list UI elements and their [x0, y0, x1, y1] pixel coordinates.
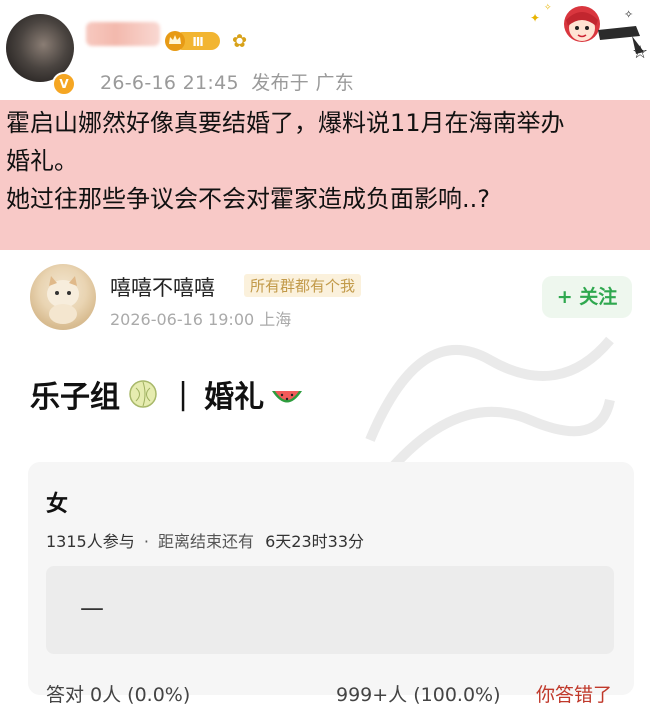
poll-option-label: —	[80, 594, 104, 622]
svg-text:✧: ✧	[624, 8, 633, 21]
poll-title-right: 婚礼	[204, 380, 265, 415]
anime-sticker: ✦ ✧ ✧ ☆	[524, 0, 650, 64]
sunflower-icon: ✿	[232, 31, 248, 52]
embedded-meta: 2026-06-16 19:00 上海	[110, 310, 292, 329]
poll-remaining: 6天23时33分	[265, 532, 365, 551]
watermark	[360, 300, 620, 480]
post-line-2: 婚礼。	[6, 147, 78, 175]
svg-text:✧: ✧	[544, 3, 552, 13]
embedded-author-avatar[interactable]	[30, 264, 96, 330]
poll-participants: 1315人参与	[46, 532, 135, 551]
result-wrong: 999+人 (100.0%)	[336, 684, 501, 706]
follow-button[interactable]: + 关注	[542, 276, 632, 318]
post-location: 发布于 广东	[251, 72, 355, 94]
poll-title-left: 乐子组	[30, 380, 120, 415]
post-body: 霍启山娜然好像真要结婚了，爆料说11月在海南举办 婚礼。 她过往那些争议会不会对…	[6, 104, 646, 218]
post-timestamp: 26-6-16 21:45	[100, 72, 239, 94]
verified-icon: V	[52, 72, 76, 96]
post-meta: 26-6-16 21:45 发布于 广东	[100, 68, 354, 95]
crown-icon: Ⅲ	[164, 30, 222, 52]
poll-stats: 1315人参与 · 距离结束还有 6天23时33分	[46, 528, 364, 552]
watermelon-icon	[270, 383, 304, 405]
author-name-blurred[interactable]	[86, 22, 160, 46]
result-correct: 答对 0人 (0.0%)	[46, 684, 191, 706]
embedded-author-name[interactable]: 嘻嘻不嘻嘻	[110, 272, 215, 302]
poll-remaining-label: 距离结束还有	[158, 532, 255, 551]
poll-question: 女	[46, 492, 69, 517]
poll-dot: ·	[143, 532, 149, 551]
poll-title: 乐子组 | 婚礼	[30, 372, 304, 416]
poll-option[interactable]	[46, 566, 614, 654]
svg-text:✦: ✦	[530, 11, 540, 25]
svg-text:☆: ☆	[632, 42, 648, 63]
your-answer-wrong: 你答错了	[536, 684, 613, 706]
post-line-1: 霍启山娜然好像真要结婚了，爆料说11月在海南举办	[6, 109, 565, 137]
level-badge-text: Ⅲ	[192, 35, 203, 49]
group-tag: 所有群都有个我	[244, 274, 362, 297]
post-line-3: 她过往那些争议会不会对霍家造成负面影响..?	[6, 185, 490, 213]
melon-icon	[128, 379, 158, 409]
poll-title-separator: |	[178, 376, 189, 412]
